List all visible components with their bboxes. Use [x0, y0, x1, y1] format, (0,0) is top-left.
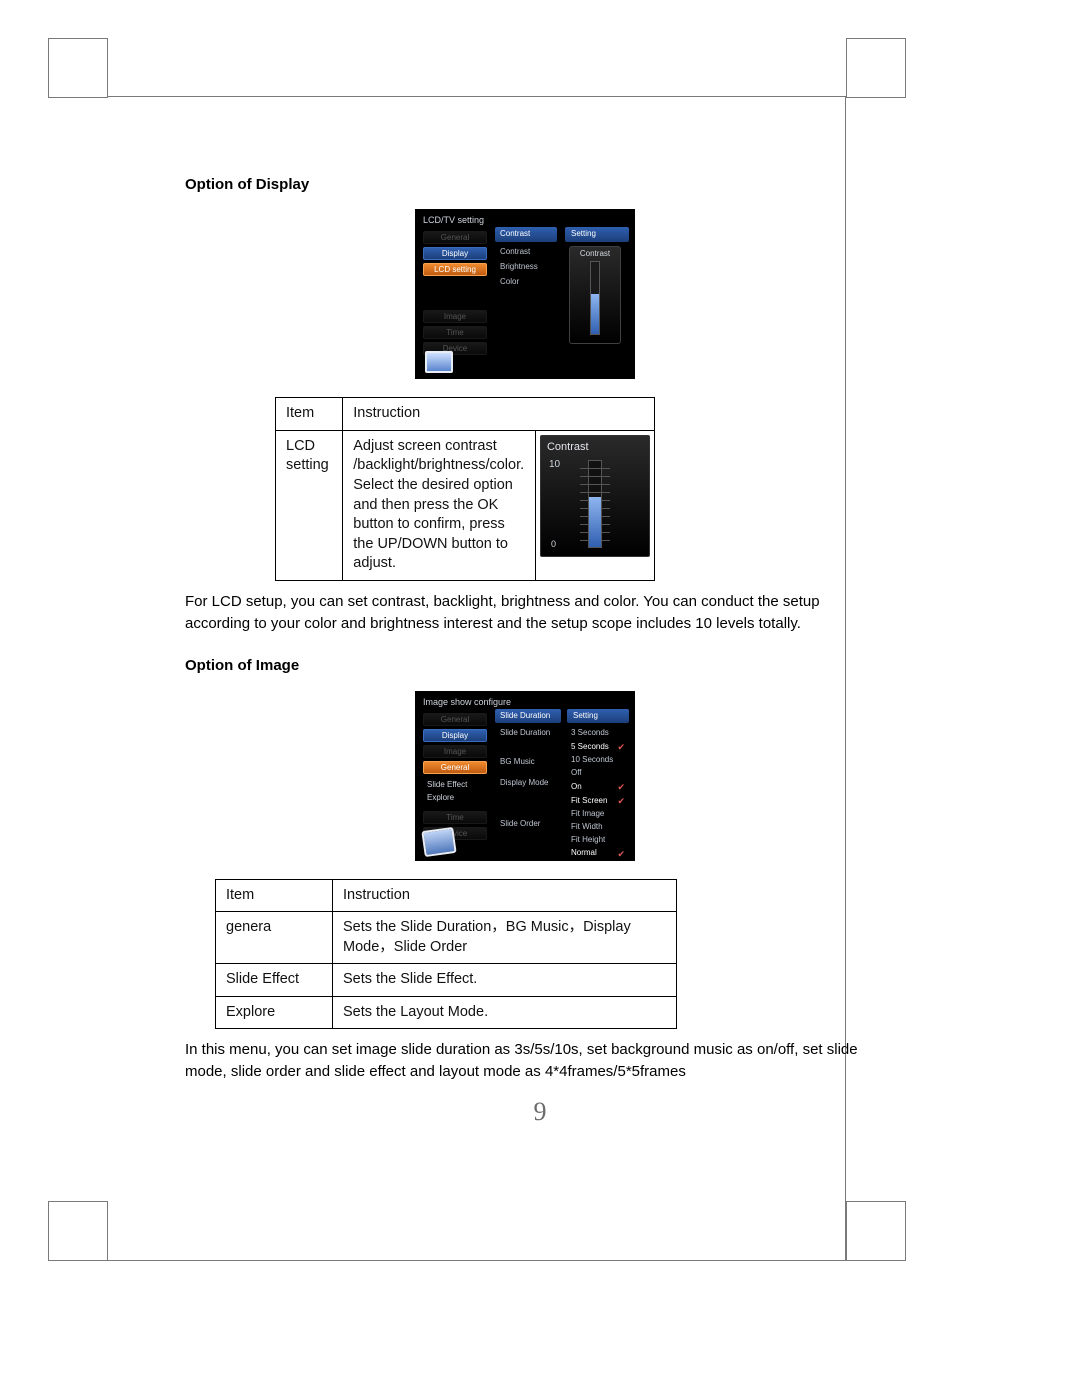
contrast-detail-bar: [588, 460, 602, 548]
crop-mark: [846, 38, 906, 98]
heading-option-image: Option of Image: [185, 656, 865, 676]
check-icon: ✔: [617, 848, 625, 860]
menu-general: General: [423, 713, 487, 726]
opt-slide-order: Slide Order: [495, 817, 561, 832]
menu-display: Display: [423, 247, 487, 260]
contrast-detail-label: Contrast: [541, 436, 649, 455]
crop-mark: [846, 1201, 906, 1261]
opt-bg-music: BG Music: [495, 755, 561, 770]
opt-slide-duration: Slide Duration: [495, 726, 561, 741]
opt-display-mode: Display Mode: [495, 776, 561, 791]
trim-line: [108, 1260, 846, 1261]
val-fit-height: Fit Height: [567, 834, 629, 847]
lcd-setting-screenshot: LCD/TV setting General Display LCD setti…: [415, 209, 635, 379]
td-contrast-detail: Contrast 10 0: [535, 430, 654, 580]
opt-contrast: Contrast: [495, 245, 557, 260]
contrast-detail-value: 10: [549, 458, 560, 472]
menu-image: Image: [423, 310, 487, 323]
th-item: Item: [216, 879, 333, 912]
setting-header: Setting: [565, 227, 629, 242]
menu-lcd-setting: LCD setting: [423, 263, 487, 276]
value-column: Setting 3 Seconds 5 Seconds✔ 10 Seconds …: [567, 709, 629, 861]
value-column: Setting Contrast: [565, 227, 629, 344]
meter-bar: [590, 261, 600, 335]
td-instr-explore: Sets the Layout Mode.: [333, 996, 677, 1029]
td-instr-slide-effect: Sets the Slide Effect.: [333, 964, 677, 997]
menu-slide-effect: Slide Effect: [423, 777, 487, 791]
td-item-explore: Explore: [216, 996, 333, 1029]
image-configure-screenshot: Image show configure General Display Ima…: [415, 691, 635, 861]
td-item-lcd: LCD setting: [276, 430, 343, 580]
left-menu: General Display LCD setting Image Time D…: [423, 231, 487, 355]
column-header: Slide Duration: [495, 709, 561, 724]
settings-column: Slide Duration Slide Duration BG Music D…: [495, 709, 561, 832]
val-fit-screen: Fit Screen✔: [567, 794, 629, 808]
column-header: Contrast: [495, 227, 557, 242]
th-item: Item: [276, 398, 343, 431]
contrast-meter-label: Contrast: [570, 247, 620, 260]
val-5s: 5 Seconds✔: [567, 740, 629, 754]
td-item-genera: genera: [216, 912, 333, 964]
opt-color: Color: [495, 275, 557, 290]
check-icon: ✔: [617, 781, 625, 793]
menu-general-sub: General: [423, 761, 487, 774]
contrast-meter: Contrast: [569, 246, 621, 344]
opt-brightness: Brightness: [495, 260, 557, 275]
menu-display: Display: [423, 729, 487, 742]
val-10s: 10 Seconds: [567, 754, 629, 767]
image-table: Item Instruction genera Sets the Slide D…: [215, 879, 677, 1030]
image-paragraph: In this menu, you can set image slide du…: [185, 1039, 865, 1083]
th-instruction: Instruction: [333, 879, 677, 912]
td-item-slide-effect: Slide Effect: [216, 964, 333, 997]
crop-mark: [48, 38, 108, 98]
td-instr-genera: Sets the Slide Duration，BG Music，Display…: [333, 912, 677, 964]
th-instruction: Instruction: [343, 398, 655, 431]
val-3s: 3 Seconds: [567, 727, 629, 740]
setting-header: Setting: [567, 709, 629, 724]
settings-column: Contrast Contrast Brightness Color: [495, 227, 557, 289]
photo-thumbnail-icon: [421, 826, 456, 856]
manual-page: Option of Display LCD/TV setting General…: [0, 0, 1080, 1397]
menu-general: General: [423, 231, 487, 244]
val-fit-width: Fit Width: [567, 821, 629, 834]
check-icon: ✔: [617, 741, 625, 753]
display-table: Item Instruction LCD setting Adjust scre…: [275, 397, 655, 581]
heading-option-display: Option of Display: [185, 175, 865, 195]
page-number: 9: [534, 1097, 547, 1127]
val-on: On✔: [567, 780, 629, 794]
check-icon: ✔: [617, 795, 625, 807]
trim-line: [108, 96, 846, 97]
val-fit-image: Fit Image: [567, 808, 629, 821]
val-off: Off: [567, 767, 629, 780]
val-normal: Normal✔: [567, 847, 629, 861]
menu-time: Time: [423, 811, 487, 824]
crop-mark: [48, 1201, 108, 1261]
left-menu: General Display Image General Slide Effe…: [423, 713, 487, 841]
photo-thumbnail-icon: [425, 351, 453, 373]
td-instruction-lcd: Adjust screen contrast /backlight/bright…: [343, 430, 536, 580]
contrast-detail-panel: Contrast 10 0: [540, 435, 650, 557]
menu-time: Time: [423, 326, 487, 339]
contrast-detail-zero: 0: [551, 538, 556, 550]
page-content: Option of Display LCD/TV setting General…: [185, 175, 865, 1083]
menu-explore: Explore: [423, 793, 487, 808]
display-paragraph: For LCD setup, you can set contrast, bac…: [185, 591, 865, 635]
menu-image: Image: [423, 745, 487, 758]
